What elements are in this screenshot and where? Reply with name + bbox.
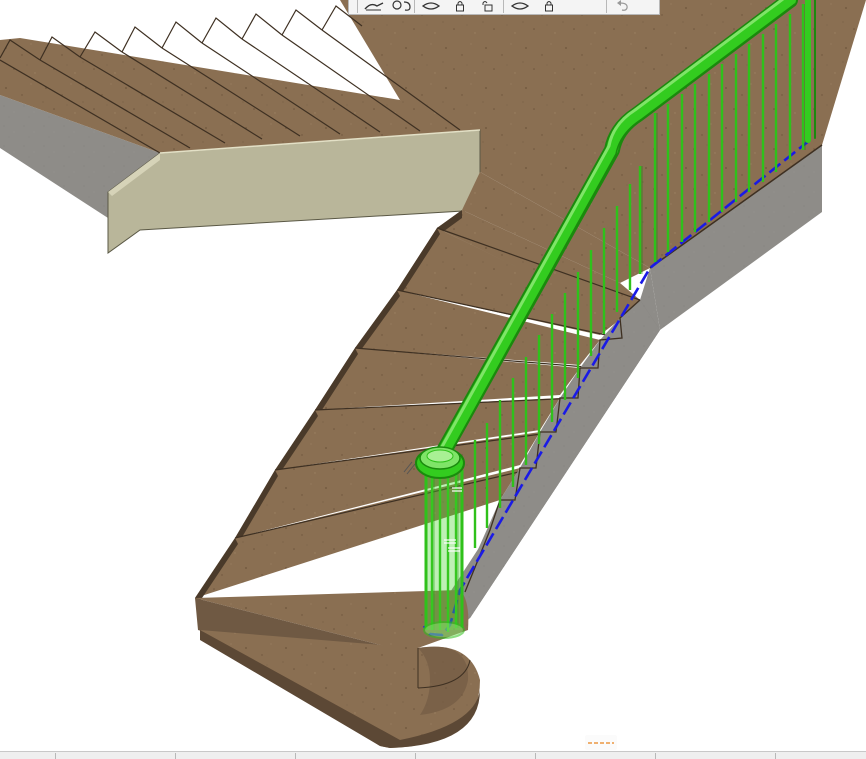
status-separator [775,753,776,759]
grid-icon[interactable] [542,753,554,759]
3d-viewport[interactable] [0,0,866,759]
status-separator [295,753,296,759]
stair-3d-model[interactable] [0,0,866,759]
status-separator [175,753,176,759]
info-icon[interactable] [665,753,675,759]
lock-icon[interactable] [536,0,562,13]
selection-indicator[interactable] [585,735,617,750]
view-icon[interactable] [12,753,24,759]
snap-icon[interactable] [424,753,436,759]
railing-tool-icon[interactable] [358,0,390,13]
status-bar [0,751,866,759]
lock-icon[interactable] [447,0,473,13]
segment-icon[interactable] [504,0,536,13]
undo-icon[interactable] [607,0,639,13]
segment-icon[interactable] [415,0,447,13]
status-separator [55,753,56,759]
status-separator [655,753,656,759]
floating-edit-toolbar [348,0,660,15]
mirror-tool-icon[interactable] [390,0,414,13]
status-separator [415,753,416,759]
unlock-icon[interactable] [473,0,503,13]
arrow-icon[interactable] [38,753,44,759]
status-separator [535,753,536,759]
direction-icon[interactable] [63,753,75,759]
layer-icon[interactable] [783,753,797,759]
arrow-icon[interactable] [185,753,191,759]
